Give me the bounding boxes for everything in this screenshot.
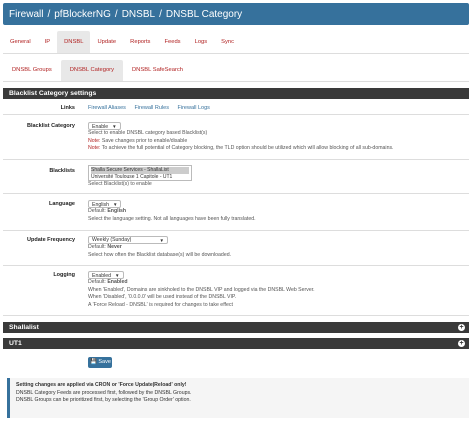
blacklists-help: Select Blacklist(s) to enable	[88, 181, 152, 187]
plus-icon[interactable]: +	[458, 340, 465, 347]
language-default: Default: English	[88, 208, 463, 216]
tab-dnsbl[interactable]: DNSBL	[57, 31, 91, 53]
breadcrumb-separator: /	[114, 8, 118, 20]
save-icon: 💾	[90, 359, 97, 365]
update-frequency-label: Update Frequency	[27, 237, 75, 243]
info-box: Setting changes are applied via CRON or …	[7, 378, 469, 418]
blacklists-row: Blacklists Shalla Secure Services - Shal…	[3, 161, 469, 194]
update-frequency-default: Default: Never	[88, 244, 463, 252]
logging-help-2: When 'Disabled', '0.0.0.0' will be used …	[88, 294, 237, 300]
default-value: English	[107, 208, 127, 214]
default-prefix: Default:	[88, 244, 106, 250]
tab-sync[interactable]: Sync	[214, 31, 241, 53]
plus-icon[interactable]: +	[458, 324, 465, 331]
tab-dnsbl-safesearch[interactable]: DNSBL SafeSearch	[123, 60, 192, 81]
note-text: Save changes prior to enable/disable	[101, 137, 188, 144]
tab-feeds[interactable]: Feeds	[157, 31, 187, 53]
update-frequency-row: Update Frequency Weekly (Sunday) ▼ Defaul…	[3, 232, 469, 266]
default-prefix: Default:	[88, 279, 106, 285]
language-row: Language English ▼ Default: English Selec…	[3, 195, 469, 231]
section-header-blacklist-category-settings: Blacklist Category settings	[3, 88, 469, 99]
section-header-shallalist[interactable]: Shallalist +	[3, 322, 469, 333]
info-line-2: DNSBL Category Feeds are processed first…	[16, 389, 192, 396]
language-label: Language	[49, 201, 75, 207]
chevron-down-icon: ▼	[115, 273, 120, 278]
note-text: To achieve the full potential of Categor…	[101, 145, 394, 151]
logging-select[interactable]: Enabled ▼	[88, 271, 124, 279]
tab-dnsbl-groups[interactable]: DNSBL Groups	[3, 60, 61, 81]
breadcrumb-dnsbl[interactable]: DNSBL	[122, 9, 155, 20]
tab-logs[interactable]: Logs	[188, 31, 215, 53]
logging-help-3: A 'Force Reload - DNSBL' is required for…	[88, 301, 233, 308]
logging-label: Logging	[53, 272, 75, 278]
update-frequency-value: Weekly (Sunday)	[92, 237, 132, 243]
language-select[interactable]: English ▼	[88, 200, 122, 208]
update-frequency-select[interactable]: Weekly (Sunday) ▼	[88, 236, 168, 244]
secondary-tabs: DNSBL Groups DNSBL Category DNSBL SafeSe…	[3, 60, 469, 82]
chevron-down-icon: ▼	[113, 202, 118, 207]
logging-default: Default: Enabled	[88, 279, 463, 287]
note-prefix: Note:	[88, 137, 101, 144]
section-title: UT1	[9, 340, 22, 347]
update-frequency-help: Select how often the Blacklist database(…	[88, 251, 232, 258]
blacklist-category-help: Select to enable DNSBL category based Bl…	[88, 130, 208, 136]
blacklist-category-row: Blacklist Category Enable ▼ Select to ena…	[3, 116, 469, 160]
language-help: Select the language setting. Not all lan…	[88, 215, 256, 222]
blacklists-label: Blacklists	[49, 168, 75, 174]
tab-reports[interactable]: Reports	[123, 31, 157, 53]
logging-row: Logging Enabled ▼ Default: Enabled When '…	[3, 267, 469, 316]
breadcrumb-pfblockerng[interactable]: pfBlockerNG	[54, 9, 111, 20]
save-button[interactable]: 💾 Save	[88, 357, 112, 368]
breadcrumb-dnsbl-category[interactable]: DNSBL Category	[166, 9, 242, 20]
info-line-1: Setting changes are applied via CRON or …	[16, 382, 187, 388]
logging-help-1: When 'Enabled', Domains are sinkholed to…	[88, 286, 315, 293]
section-title: Shallalist	[9, 324, 39, 331]
tab-update[interactable]: Update	[90, 31, 123, 53]
default-value: Enabled	[107, 279, 128, 285]
default-prefix: Default:	[88, 208, 106, 214]
primary-tabs: General IP DNSBL Update Reports Feeds Lo…	[3, 31, 469, 54]
chevron-down-icon: ▼	[159, 238, 164, 243]
links-label: Links	[60, 105, 75, 111]
tab-general[interactable]: General	[3, 31, 38, 53]
blacklist-category-select[interactable]: Enable ▼	[88, 122, 121, 130]
blacklist-category-note2: Note: To achieve the full potential of C…	[88, 145, 463, 153]
link-firewall-rules[interactable]: Firewall Rules	[134, 105, 169, 111]
blacklist-category-note1: Note: Save changes prior to enable/disab…	[88, 138, 463, 146]
section-header-ut1[interactable]: UT1 +	[3, 338, 469, 349]
save-label: Save	[98, 359, 111, 365]
default-value: Never	[107, 244, 122, 250]
chevron-down-icon: ▼	[112, 124, 117, 129]
breadcrumb: Firewall / pfBlockerNG / DNSBL / DNSBL C…	[3, 3, 469, 25]
breadcrumb-separator: /	[159, 8, 162, 20]
blacklists-multiselect[interactable]: Shalla Secure Services - ShallaList Univ…	[88, 165, 192, 181]
breadcrumb-firewall[interactable]: Firewall	[9, 9, 43, 20]
link-firewall-logs[interactable]: Firewall Logs	[178, 105, 210, 111]
links-row: Links Firewall Aliases Firewall Rules Fi…	[3, 101, 469, 115]
tab-dnsbl-category[interactable]: DNSBL Category	[60, 60, 123, 81]
blacklist-option[interactable]: Université Toulouse 1 Capitole - UT1	[91, 174, 172, 180]
tab-ip[interactable]: IP	[38, 31, 57, 53]
info-line-3: DNSBL Groups can be prioritized first, b…	[16, 397, 191, 403]
note-prefix: Note:	[88, 145, 101, 151]
blacklist-category-label: Blacklist Category	[27, 123, 75, 129]
breadcrumb-separator: /	[47, 8, 51, 20]
link-firewall-aliases[interactable]: Firewall Aliases	[88, 105, 126, 111]
